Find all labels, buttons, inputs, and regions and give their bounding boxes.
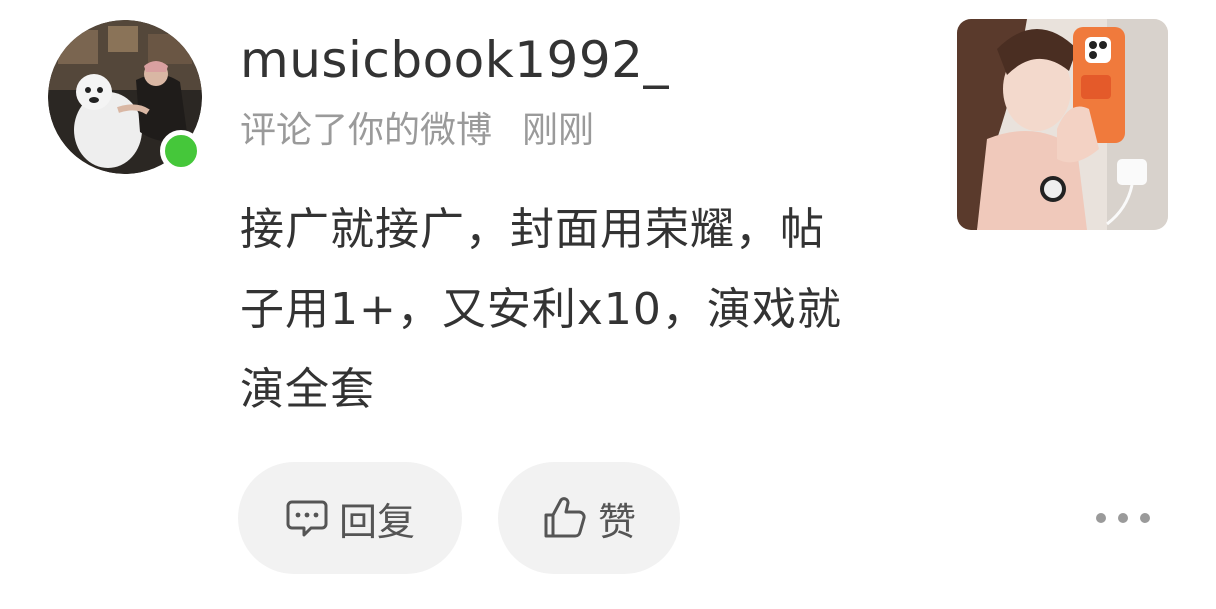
comment-text[interactable]: 接广就接广，封面用荣耀，帖子用1+，又安利x10，演戏就演全套 <box>240 190 860 430</box>
post-thumbnail-image <box>957 19 1168 230</box>
username[interactable]: musicbook1992_ <box>240 28 669 92</box>
timestamp: 刚刚 <box>522 110 595 151</box>
reply-button[interactable]: 回复 <box>238 462 462 574</box>
action-bar: 回复 赞 <box>238 462 680 574</box>
thumbs-up-icon <box>544 497 586 538</box>
notification-meta: 评论了你的微博 刚刚 <box>240 106 594 156</box>
more-options-button[interactable] <box>1096 500 1150 536</box>
post-thumbnail[interactable] <box>957 19 1168 230</box>
comment-notification-card[interactable]: musicbook1992_ 评论了你的微博 刚刚 接广就接广，封面用荣耀，帖子用… <box>0 0 1216 609</box>
more-dots-icon <box>1096 513 1106 523</box>
like-label: 赞 <box>597 499 636 544</box>
comment-bubble-icon <box>286 500 328 537</box>
reply-label: 回复 <box>338 499 415 544</box>
online-status-dot <box>160 130 202 172</box>
avatar[interactable] <box>48 20 202 174</box>
like-button[interactable]: 赞 <box>498 462 680 574</box>
action-text: 评论了你的微博 <box>240 110 493 151</box>
